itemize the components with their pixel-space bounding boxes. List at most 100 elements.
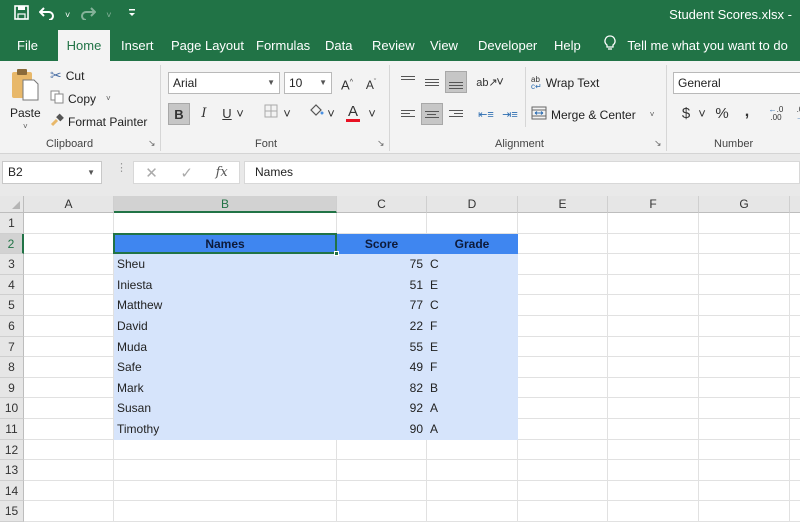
cell-c15[interactable] bbox=[337, 501, 427, 522]
bottom-align-button[interactable] bbox=[445, 71, 467, 93]
cell-d9[interactable]: B bbox=[427, 377, 518, 399]
cell-e11[interactable] bbox=[518, 419, 608, 440]
cell-h2[interactable] bbox=[790, 234, 800, 255]
cell-d5[interactable]: C bbox=[427, 295, 518, 316]
resize-handle[interactable]: ⋮ bbox=[116, 163, 127, 174]
row-header-12[interactable]: 12 bbox=[0, 439, 24, 461]
cell-e8[interactable] bbox=[518, 357, 608, 378]
cell-a13[interactable] bbox=[24, 460, 114, 481]
column-header-partial[interactable] bbox=[790, 196, 800, 213]
tab-home[interactable]: Home bbox=[58, 30, 110, 61]
undo-icon[interactable] bbox=[38, 6, 55, 25]
cell-b14[interactable] bbox=[114, 480, 337, 502]
cell-c10[interactable]: 92 bbox=[337, 398, 427, 419]
currency-button[interactable]: $ bbox=[675, 103, 697, 125]
decrease-indent-button[interactable]: ⇤≡ bbox=[475, 103, 497, 125]
align-right-button[interactable] bbox=[445, 103, 467, 125]
column-header-a[interactable]: A bbox=[24, 196, 114, 213]
cell-d14[interactable] bbox=[427, 480, 518, 502]
cell-b9[interactable]: Mark bbox=[114, 377, 337, 399]
cell-h4[interactable] bbox=[790, 275, 800, 296]
cell-c7[interactable]: 55 bbox=[337, 336, 427, 358]
cell-h8[interactable] bbox=[790, 357, 800, 378]
font-color-button[interactable]: A bbox=[342, 101, 364, 123]
row-header-11[interactable]: 11 bbox=[0, 419, 24, 440]
cell-a8[interactable] bbox=[24, 357, 114, 378]
row-header-8[interactable]: 8 bbox=[0, 357, 24, 378]
borders-dropdown-icon[interactable]: ˅ bbox=[281, 103, 293, 125]
cell-e15[interactable] bbox=[518, 501, 608, 522]
cell-c1[interactable] bbox=[337, 213, 427, 234]
cell-e4[interactable] bbox=[518, 274, 608, 296]
tab-page-layout[interactable]: Page Layout bbox=[163, 30, 252, 61]
font-color-dropdown-icon[interactable]: ˅ bbox=[366, 103, 378, 125]
cell-a7[interactable] bbox=[24, 336, 114, 358]
cell-f15[interactable] bbox=[608, 501, 699, 522]
cell-f7[interactable] bbox=[608, 336, 699, 358]
tab-formulas[interactable]: Formulas bbox=[248, 30, 318, 61]
font-launcher-icon[interactable]: ↘ bbox=[377, 138, 385, 149]
cell-g15[interactable] bbox=[699, 501, 790, 522]
row-header-3[interactable]: 3 bbox=[0, 254, 24, 275]
tab-help[interactable]: Help bbox=[546, 30, 589, 61]
cell-c14[interactable] bbox=[337, 480, 427, 502]
cell-e12[interactable] bbox=[518, 439, 608, 461]
cell-b2[interactable]: Names bbox=[114, 233, 337, 255]
cell-d10[interactable]: A bbox=[427, 398, 518, 419]
column-header-d[interactable]: D bbox=[427, 196, 518, 213]
save-icon[interactable] bbox=[14, 5, 29, 25]
cell-h9[interactable] bbox=[790, 378, 800, 399]
cell-d4[interactable]: E bbox=[427, 274, 518, 296]
borders-button[interactable] bbox=[260, 103, 282, 125]
cell-e14[interactable] bbox=[518, 480, 608, 502]
cell-c8[interactable]: 49 bbox=[337, 357, 427, 378]
fill-color-dropdown-icon[interactable]: ˅ bbox=[325, 103, 337, 125]
cell-c2[interactable]: Score bbox=[337, 233, 427, 255]
cell-a2[interactable] bbox=[24, 233, 114, 255]
cell-c4[interactable]: 51 bbox=[337, 274, 427, 296]
cell-g8[interactable] bbox=[699, 357, 790, 378]
row-header-4[interactable]: 4 bbox=[0, 274, 24, 296]
row-header-2[interactable]: 2 bbox=[0, 233, 24, 255]
cell-c6[interactable]: 22 bbox=[337, 316, 427, 337]
cell-d3[interactable]: C bbox=[427, 254, 518, 275]
cell-e7[interactable] bbox=[518, 336, 608, 358]
cell-h11[interactable] bbox=[790, 419, 800, 440]
cell-d7[interactable]: E bbox=[427, 336, 518, 358]
cell-a10[interactable] bbox=[24, 398, 114, 419]
alignment-launcher-icon[interactable]: ↘ bbox=[654, 138, 662, 149]
fill-handle[interactable] bbox=[334, 251, 339, 257]
cell-g2[interactable] bbox=[699, 233, 790, 255]
cell-f6[interactable] bbox=[608, 316, 699, 337]
decrease-decimal-button[interactable]: .0→ bbox=[789, 103, 800, 125]
row-header-6[interactable]: 6 bbox=[0, 316, 24, 337]
cell-b13[interactable] bbox=[114, 460, 337, 481]
cell-c11[interactable]: 90 bbox=[337, 419, 427, 440]
cell-d6[interactable]: F bbox=[427, 316, 518, 337]
row-header-5[interactable]: 5 bbox=[0, 295, 24, 316]
underline-dropdown-icon[interactable]: ˅ bbox=[234, 103, 246, 125]
cell-d1[interactable] bbox=[427, 213, 518, 234]
cell-h13[interactable] bbox=[790, 460, 800, 481]
cell-g5[interactable] bbox=[699, 295, 790, 316]
cell-a12[interactable] bbox=[24, 439, 114, 461]
cell-f11[interactable] bbox=[608, 419, 699, 440]
tab-insert[interactable]: Insert bbox=[113, 30, 162, 61]
cell-f14[interactable] bbox=[608, 480, 699, 502]
name-box[interactable]: B2 ▼ bbox=[2, 161, 102, 184]
align-center-button[interactable] bbox=[421, 103, 443, 125]
percent-button[interactable]: % bbox=[711, 103, 733, 125]
cell-b3[interactable]: Sheu bbox=[114, 254, 337, 275]
customize-qat-icon[interactable] bbox=[128, 6, 136, 24]
cell-d15[interactable] bbox=[427, 501, 518, 522]
tab-data[interactable]: Data bbox=[317, 30, 360, 61]
paste-button[interactable]: Paste ˅ bbox=[10, 67, 41, 131]
shrink-font-button[interactable]: Aˇ bbox=[360, 72, 382, 94]
row-header-14[interactable]: 14 bbox=[0, 480, 24, 502]
redo-dropdown-icon[interactable]: ˅ bbox=[106, 6, 111, 24]
cell-f10[interactable] bbox=[608, 398, 699, 419]
cell-e3[interactable] bbox=[518, 254, 608, 275]
cell-d8[interactable]: F bbox=[427, 357, 518, 378]
cell-b12[interactable] bbox=[114, 439, 337, 461]
tab-review[interactable]: Review bbox=[364, 30, 423, 61]
